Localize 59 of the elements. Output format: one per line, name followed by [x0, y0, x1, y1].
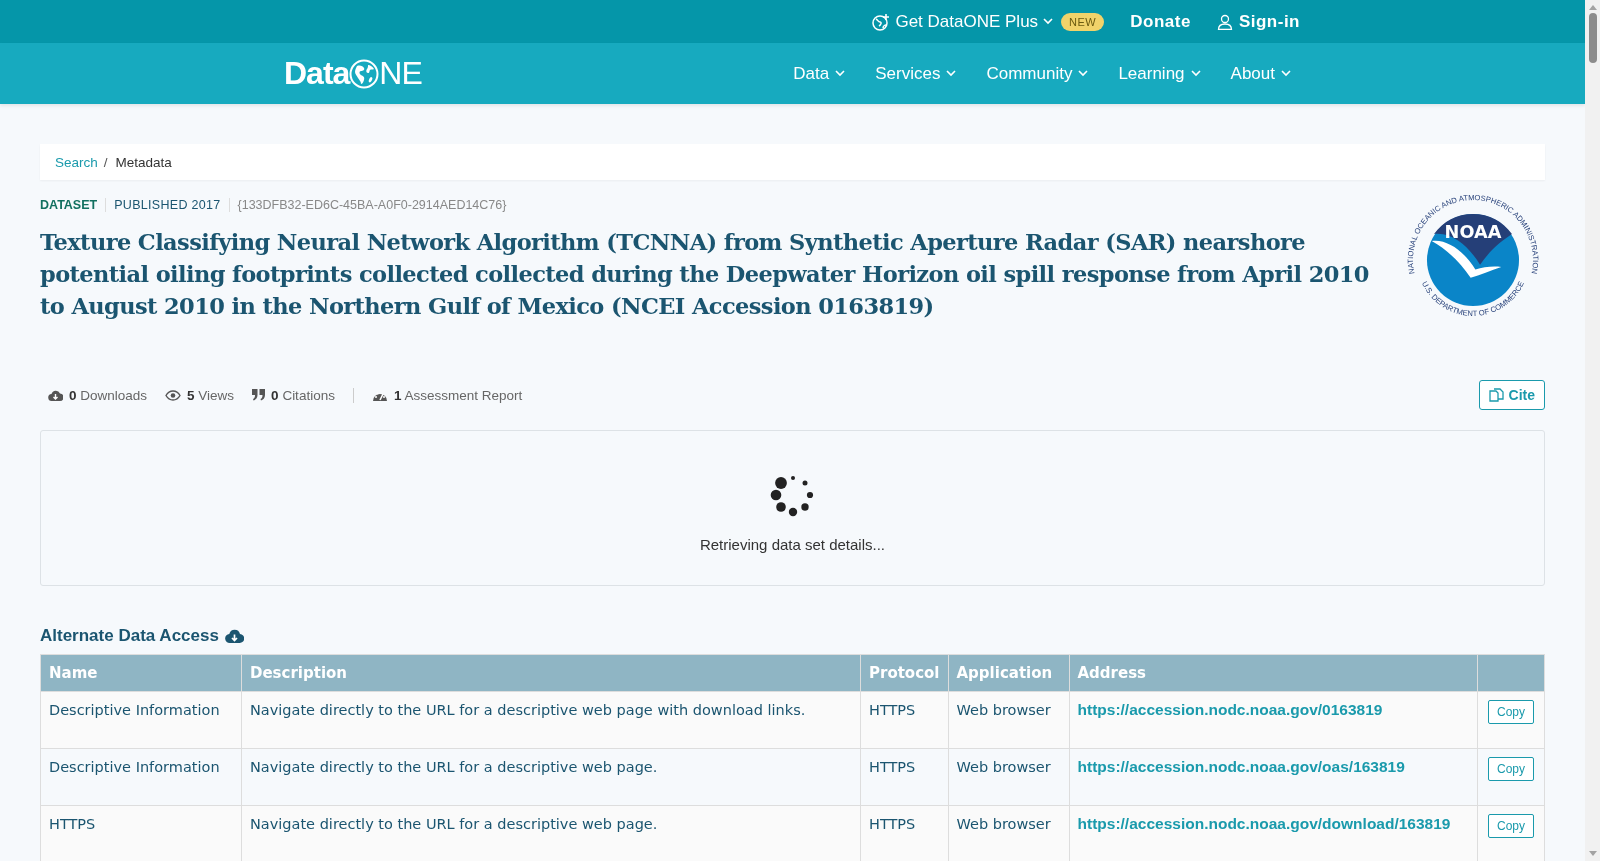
table-cell: HTTPS — [860, 748, 948, 806]
cite-button[interactable]: Cite — [1478, 380, 1545, 410]
sign-in-link[interactable]: Sign-in — [1216, 11, 1300, 32]
column-header: Description — [241, 654, 861, 692]
metric-link[interactable]: 5 Views — [165, 387, 235, 403]
table-cell: Web browser — [948, 805, 1069, 861]
copy-icon — [1488, 387, 1504, 403]
table-cell: Descriptive Information — [40, 748, 242, 806]
site-logo[interactable]: Data NE — [284, 55, 422, 92]
table-cell: Navigate directly to the URL for a descriptive web page. — [241, 805, 861, 861]
table-cell: HTTPS — [860, 805, 948, 861]
column-header: Name — [40, 654, 242, 692]
metric-link[interactable]: 0 Downloads — [48, 387, 148, 403]
breadcrumb-link[interactable]: Search — [55, 154, 98, 170]
column-header: Address — [1069, 654, 1478, 692]
table-cell: Descriptive Information — [40, 691, 242, 749]
eye-icon — [165, 389, 182, 401]
new-badge: NEW — [1061, 12, 1105, 31]
globe-icon — [349, 58, 380, 89]
caret-icon — [1190, 70, 1201, 77]
cloud-download-icon — [48, 388, 63, 402]
caret-icon — [1043, 18, 1054, 25]
copy-button[interactable]: Copy — [1488, 700, 1534, 724]
cloud-download-icon — [224, 628, 244, 644]
nav-menu-item[interactable]: Learning — [1118, 63, 1201, 84]
caret-icon — [946, 70, 957, 77]
copy-button[interactable]: Copy — [1488, 814, 1534, 838]
column-header: Protocol — [860, 654, 948, 692]
copy-button[interactable]: Copy — [1488, 757, 1534, 781]
globe-plus-icon — [872, 12, 891, 31]
section-heading: Alternate Data Access — [40, 626, 219, 646]
donate-link[interactable]: Donate — [1130, 11, 1191, 32]
nav-menu-item[interactable]: About — [1230, 63, 1291, 84]
column-header: Application — [948, 654, 1069, 692]
dataset-identifier: {133DFB32-ED6C-45BA-A0F0-2914AED14C76} — [236, 198, 507, 212]
table-cell: Web browser — [948, 691, 1069, 749]
metric-link[interactable]: 1 Assessment Report — [371, 387, 523, 403]
table-cell: HTTPS — [860, 691, 948, 749]
table-cell: HTTPS — [40, 805, 242, 861]
dataset-type: DATASET — [40, 198, 107, 212]
nav-menu-item[interactable]: Data — [793, 63, 846, 84]
scrollbar[interactable] — [1585, 0, 1600, 861]
caret-icon — [1281, 70, 1291, 77]
plus-link[interactable]: Get DataONE Plus — [872, 11, 1054, 32]
table-cell: Web browser — [948, 748, 1069, 806]
caret-icon — [835, 70, 846, 77]
person-icon — [1216, 13, 1233, 30]
table-cell: Navigate directly to the URL for a descriptive web page with download links. — [241, 691, 861, 749]
loading-message: Retrieving data set details... — [699, 535, 886, 553]
breadcrumb-separator: / — [103, 154, 108, 170]
nav-menu-item[interactable]: Services — [875, 63, 957, 84]
table-cell: Navigate directly to the URL for a descriptive web page. — [241, 748, 861, 806]
caret-icon — [1078, 70, 1089, 77]
metric-link[interactable]: 0 Citations — [252, 387, 335, 403]
nav-menu-item[interactable]: Community — [986, 63, 1089, 84]
published-date: PUBLISHED 2017 — [106, 198, 230, 212]
dataset-title: Texture Classifying Neural Network Algorithm (TCNNA) from Synthetic Aperture Radar (SAR) nearshore potential oiling footprints collected collected during the Deepwater Horizon oil spill response from April 2010 to August 2010 in the Northern Gulf of Mexico (NCEI Accession 0163819) — [40, 228, 1370, 321]
quote-icon — [252, 389, 266, 401]
breadcrumb-current: Metadata — [115, 154, 172, 170]
